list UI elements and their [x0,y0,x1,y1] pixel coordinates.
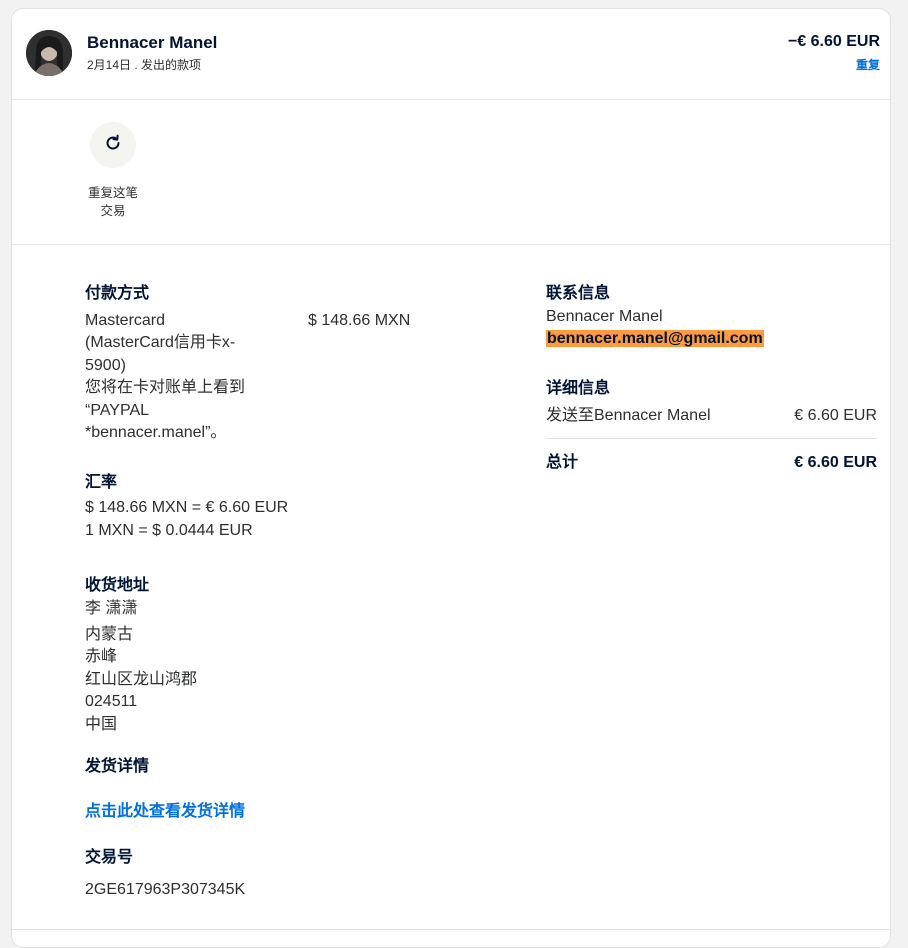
sent-to-label: 发送至Bennacer Manel [546,407,711,424]
payment-method-line: Mastercard [85,312,166,329]
payment-method-line: “PAYPAL [85,402,150,419]
transaction-header: Bennacer Manel 2月14日 . 发出的款项 −€ 6.60 EUR… [12,9,890,100]
shipping-address-title: 收货地址 [85,577,150,594]
refresh-icon [103,133,123,158]
shipping-address-line: 内蒙古 [85,626,134,643]
contact-name: Bennacer Manel [546,308,663,325]
exchange-rate-line: 1 MXN = $ 0.0444 EUR [85,522,253,539]
payment-method-line: (MasterCard信用卡x- [85,334,236,351]
transaction-id-title: 交易号 [85,849,134,866]
shipping-address-line: 李 潇潇 [85,600,138,617]
repeat-transaction-label[interactable]: 重复这笔 交易 [78,184,148,220]
payment-method-line: 您将在卡对账单上看到 [85,379,246,396]
transaction-id: 2GE617963P307345K [85,881,246,898]
contact-email-text: bennacer.manel@gmail.com [546,330,764,347]
repeat-status-link[interactable]: 重复 [856,56,880,73]
repeat-transaction-button[interactable] [90,122,136,168]
payment-method-title: 付款方式 [85,285,150,302]
action-row: 重复这笔 交易 [12,100,890,245]
exchange-rate-line: $ 148.66 MXN = € 6.60 EUR [85,499,289,516]
transaction-date-type: 2月14日 . 发出的款项 [87,58,202,72]
shipping-address-line: 024511 [85,693,138,710]
shipping-address-line: 中国 [85,716,118,733]
avatar [26,30,72,76]
transaction-card: Bennacer Manel 2月14日 . 发出的款项 −€ 6.60 EUR… [11,8,891,948]
shipping-address-line: 赤峰 [85,648,118,665]
payment-method-line: *bennacer.manel”。 [85,424,227,441]
transaction-amount: −€ 6.60 EUR [787,33,880,50]
shipping-details-title: 发货详情 [85,758,150,775]
exchange-rate-title: 汇率 [85,474,118,491]
payment-method-line: 5900) [85,357,126,374]
details-title: 详细信息 [546,380,611,397]
view-shipping-details-link[interactable]: 点击此处查看发货详情 [85,797,245,821]
sent-to-amount: € 6.60 EUR [794,407,877,424]
counterparty-name: Bennacer Manel [87,33,218,52]
total-label: 总计 [546,454,579,471]
shipping-address-line: 红山区龙山鸿郡 [85,671,198,688]
bottom-divider [12,929,890,930]
contact-email[interactable]: bennacer.manel@gmail.com [546,328,764,350]
payment-amount: $ 148.66 MXN [308,312,411,329]
contact-info-title: 联系信息 [546,285,611,302]
details-divider [546,438,877,439]
total-amount: € 6.60 EUR [794,454,877,471]
